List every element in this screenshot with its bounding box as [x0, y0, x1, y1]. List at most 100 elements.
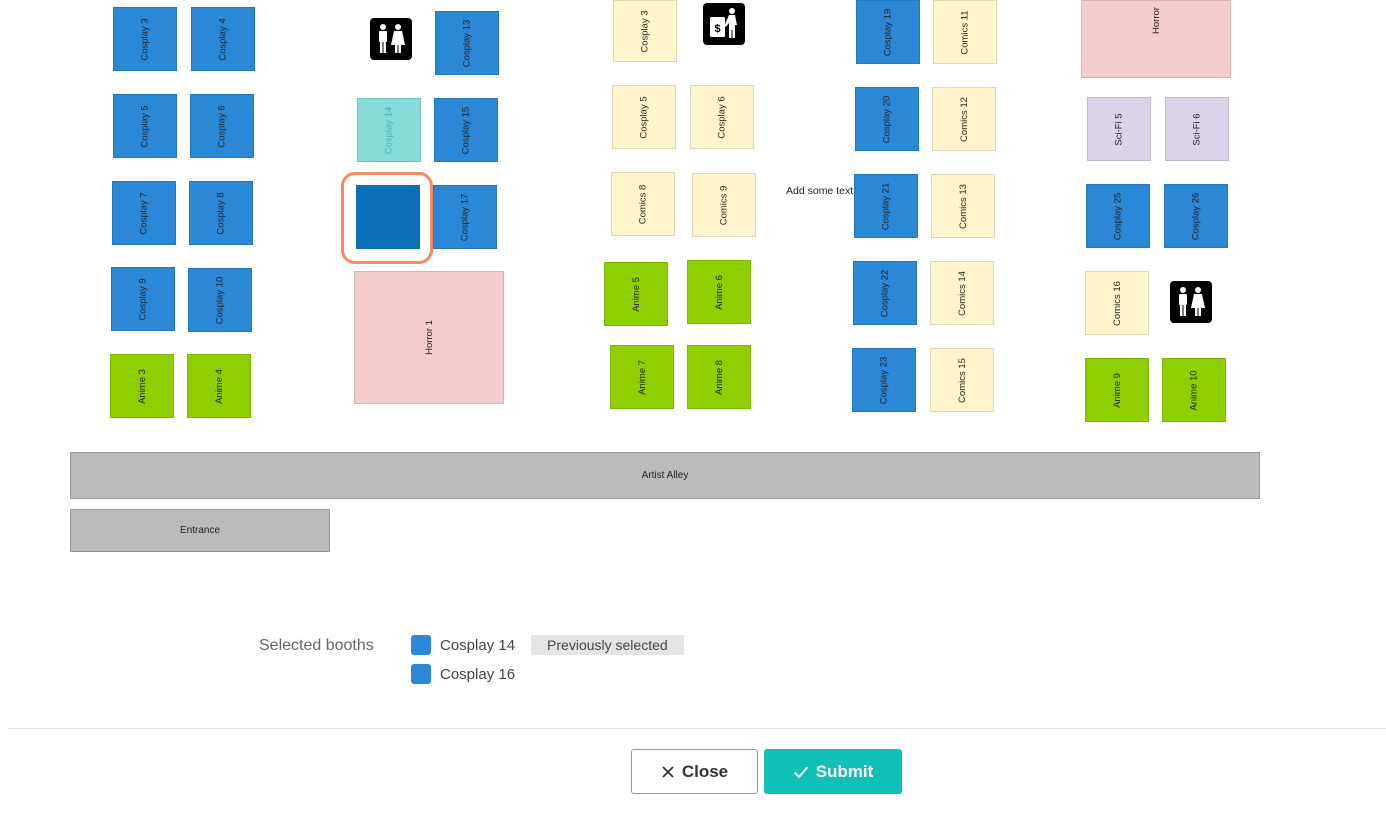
- booth-label: Cosplay 13: [461, 19, 473, 67]
- booth-comics-15[interactable]: Comics 15: [930, 348, 994, 412]
- booth-label: Sci-Fi 6: [1191, 112, 1203, 146]
- booth-cosplay-19[interactable]: Cosplay 19: [856, 0, 920, 64]
- booth-cosplay-16[interactable]: [356, 185, 420, 249]
- booth-label: Cosplay 25: [1112, 192, 1124, 240]
- booth-label: Comics 12: [958, 96, 970, 142]
- booth-label: Cosplay 5: [139, 104, 151, 148]
- booth-cosplay-13[interactable]: Cosplay 13: [435, 11, 499, 75]
- booth-label: Cosplay 15: [460, 106, 472, 154]
- booth-cosplay-4[interactable]: Cosplay 4: [191, 7, 255, 71]
- booth-anime-8[interactable]: Anime 8: [687, 345, 751, 409]
- booth-anime-5[interactable]: Anime 5: [604, 262, 668, 326]
- booth-label: Cosplay 6: [716, 95, 728, 139]
- selected-booth-item: Cosplay 16: [411, 663, 515, 685]
- booth-label: Comics 16: [1111, 280, 1123, 326]
- booth-label: Cosplay 21: [880, 182, 892, 230]
- booth-label: Cosplay 20: [881, 95, 893, 143]
- booth-cosplay-26[interactable]: Cosplay 26: [1164, 184, 1228, 248]
- close-button[interactable]: Close: [631, 749, 758, 794]
- booth-label: Sci-Fi 5: [1113, 112, 1125, 146]
- booth-label: Cosplay 5: [638, 95, 650, 139]
- booth-label: Anime 7: [636, 359, 648, 395]
- booth-anime-9[interactable]: Anime 9: [1085, 358, 1149, 422]
- artist-alley-area[interactable]: Artist Alley: [70, 452, 1260, 499]
- booth-label: Cosplay 3: [139, 17, 151, 61]
- booth-cosplay-9[interactable]: Cosplay 9: [111, 267, 175, 331]
- booth-cosplay-5[interactable]: Cosplay 5: [113, 94, 177, 158]
- booth-cosplay-6[interactable]: Cosplay 6: [690, 85, 754, 149]
- close-icon: [662, 765, 674, 778]
- booth-label: Cosplay 23: [878, 356, 890, 404]
- booth-comics-14[interactable]: Comics 14: [930, 261, 994, 325]
- booth-anime-6[interactable]: Anime 6: [687, 260, 751, 324]
- booth-cosplay-6[interactable]: Cosplay 6: [190, 94, 254, 158]
- booth-label: Cosplay 4: [217, 17, 229, 61]
- booth-label: Cosplay 10: [214, 276, 226, 324]
- booth-anime-4[interactable]: Anime 4: [187, 354, 251, 418]
- booth-label: Comics 15: [956, 357, 968, 403]
- selected-booths-title: Selected booths: [259, 637, 374, 654]
- booth-label: Cosplay 9: [137, 277, 149, 321]
- booth-comics-16[interactable]: Comics 16: [1085, 271, 1149, 335]
- booth-label: Anime 6: [713, 274, 725, 310]
- booth-label: Cosplay 17: [459, 193, 471, 241]
- previously-selected-badge: Previously selected: [531, 635, 684, 655]
- booth-label: Anime 9: [1111, 372, 1123, 408]
- booth-label: Cosplay 3: [639, 9, 651, 53]
- check-icon: [793, 765, 808, 778]
- booth-cosplay-14[interactable]: Cosplay 14: [357, 98, 421, 162]
- booth-color-swatch: [411, 635, 431, 655]
- booth-label: Comics 14: [956, 270, 968, 316]
- restroom-icon: [1170, 281, 1212, 323]
- booth-label: Comics 11: [959, 9, 971, 55]
- booth-label: Anime 10: [1188, 369, 1200, 411]
- booth-label: Cosplay 7: [138, 191, 150, 235]
- booth-horror[interactable]: Horror: [1081, 0, 1231, 78]
- booth-cosplay-21[interactable]: Cosplay 21: [854, 174, 918, 238]
- booth-horror-1[interactable]: Horror 1: [354, 271, 504, 404]
- booth-cosplay-7[interactable]: Cosplay 7: [112, 181, 176, 245]
- booth-comics-11[interactable]: Comics 11: [933, 0, 997, 64]
- booth-label: Comics 8: [637, 184, 649, 224]
- booth-cosplay-10[interactable]: Cosplay 10: [188, 268, 252, 332]
- atm-icon: $: [703, 3, 745, 45]
- booth-cosplay-22[interactable]: Cosplay 22: [853, 261, 917, 325]
- booth-cosplay-25[interactable]: Cosplay 25: [1086, 184, 1150, 248]
- booth-cosplay-3[interactable]: Cosplay 3: [113, 7, 177, 71]
- selected-booth-name: Cosplay 16: [440, 665, 516, 683]
- booth-anime-10[interactable]: Anime 10: [1162, 358, 1226, 422]
- booth-cosplay-5[interactable]: Cosplay 5: [612, 85, 676, 149]
- booth-label: Comics 13: [957, 183, 969, 229]
- booth-label: Cosplay 14: [383, 106, 395, 154]
- booth-label: Anime 4: [213, 368, 225, 404]
- booth-label: Anime 3: [136, 368, 148, 404]
- booth-cosplay-8[interactable]: Cosplay 8: [189, 181, 253, 245]
- booth-anime-3[interactable]: Anime 3: [110, 354, 174, 418]
- booth-cosplay-15[interactable]: Cosplay 15: [434, 98, 498, 162]
- booth-label: Comics 9: [718, 185, 730, 225]
- submit-button[interactable]: Submit: [764, 749, 902, 794]
- floor-plan: Cosplay 3 Cosplay 4 Cosplay 5 Cosplay 6 Cosp…: [0, 0, 1386, 565]
- booth-comics-8[interactable]: Comics 8: [611, 172, 675, 236]
- booth-cosplay-3[interactable]: Cosplay 3: [613, 0, 677, 62]
- booth-label: Cosplay 8: [215, 191, 227, 235]
- booth-comics-9[interactable]: Comics 9: [692, 173, 756, 237]
- booth-label: Cosplay 22: [879, 269, 891, 317]
- booth-cosplay-23[interactable]: Cosplay 23: [852, 348, 916, 412]
- booth-label: Horror: [1150, 7, 1162, 34]
- booth-label: Anime 8: [713, 359, 725, 395]
- booth-sci-fi-6[interactable]: Sci-Fi 6: [1165, 97, 1229, 161]
- booth-cosplay-17[interactable]: Cosplay 17: [433, 185, 497, 249]
- entrance-area: Entrance: [70, 509, 330, 552]
- free-text-label: Add some text: [786, 185, 854, 197]
- submit-button-label: Submit: [815, 761, 874, 781]
- booth-cosplay-20[interactable]: Cosplay 20: [855, 87, 919, 151]
- booth-label: Anime 5: [630, 276, 642, 312]
- booth-label: Cosplay 26: [1190, 192, 1202, 240]
- booth-label: Horror 1: [423, 320, 435, 355]
- selected-booth-item: Cosplay 14 Previously selected: [411, 634, 684, 656]
- booth-comics-13[interactable]: Comics 13: [931, 174, 995, 238]
- booth-sci-fi-5[interactable]: Sci-Fi 5: [1087, 97, 1151, 161]
- booth-comics-12[interactable]: Comics 12: [932, 87, 996, 151]
- booth-anime-7[interactable]: Anime 7: [610, 345, 674, 409]
